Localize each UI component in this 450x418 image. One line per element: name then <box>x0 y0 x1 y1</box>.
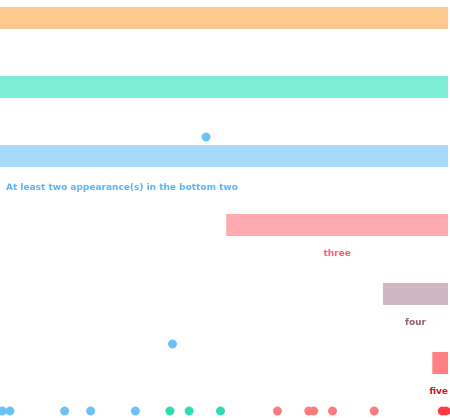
bar-1 <box>0 7 448 29</box>
bar-5 <box>383 283 448 305</box>
axis-point-5 <box>130 406 140 416</box>
axis-point-7 <box>184 406 194 416</box>
points-layer <box>0 132 450 416</box>
bar-labels-layer: three four five <box>323 249 448 397</box>
bar-4 <box>226 214 448 236</box>
bar-3 <box>0 145 448 167</box>
bar-label-three: three <box>323 249 350 259</box>
axis-point-4 <box>86 406 96 416</box>
annotation-point-2 <box>167 339 177 349</box>
annotation-point-1 <box>201 132 211 142</box>
axis-point-11 <box>309 406 319 416</box>
timeline-bar-chart: At least two appearance(s) in the bottom… <box>0 7 450 416</box>
axis-point-6 <box>165 406 175 416</box>
annotation-label: At least two appearance(s) in the bottom… <box>6 183 238 193</box>
axis-point-13 <box>369 406 379 416</box>
bar-label-four: four <box>405 318 427 328</box>
bar-6 <box>432 352 448 374</box>
axis-point-12 <box>328 406 338 416</box>
axis-point-9 <box>272 406 282 416</box>
bar-label-five: five <box>429 387 448 397</box>
axis-point-8 <box>216 406 226 416</box>
bar-2 <box>0 76 448 98</box>
axis-point-3 <box>60 406 70 416</box>
axis-point-2 <box>5 406 15 416</box>
